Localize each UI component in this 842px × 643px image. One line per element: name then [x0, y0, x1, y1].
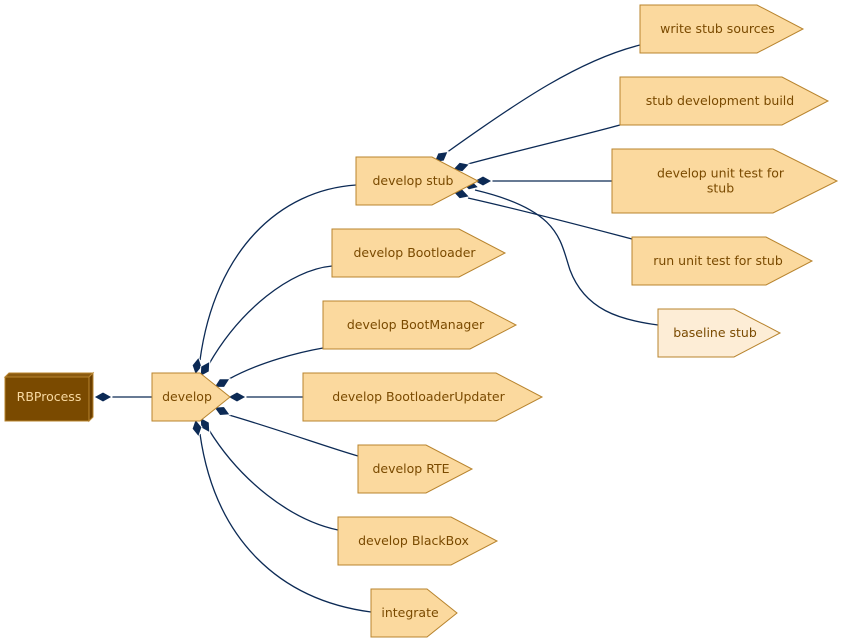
edge-line: [467, 197, 633, 240]
edge-develop-to-develop-blackbox: [199, 416, 339, 531]
node-label-develop-bootmanager: develop BootManager: [347, 317, 485, 332]
edge-develop-stub-to-stub-development-build: [451, 124, 621, 173]
node-label-develop-bootloader: develop Bootloader: [353, 245, 476, 260]
node-run-unit-test-for-stub[interactable]: run unit test for stub: [631, 236, 814, 286]
node-rbprocess[interactable]: RBProcess: [3, 371, 95, 423]
node-label-develop-blackbox: develop BlackBox: [358, 533, 469, 548]
node-write-stub-sources[interactable]: write stub sources: [639, 4, 805, 54]
edge-develop-to-integrate: [191, 418, 372, 613]
edge-line: [445, 44, 641, 154]
node-label-line: stub: [707, 181, 734, 196]
edge-develop-stub-to-run-unit-test-for-stub: [451, 188, 633, 240]
edge-develop-stub-to-write-stub-sources: [433, 44, 641, 164]
node-label-stub-development-build: stub development build: [646, 93, 794, 108]
rbprocess-box-top: [3, 372, 95, 378]
node-develop-bootloader[interactable]: develop Bootloader: [331, 228, 507, 278]
node-baseline-stub[interactable]: baseline stub: [657, 308, 782, 358]
node-develop-unit-test-for-stub[interactable]: develop unit test forstub: [611, 148, 839, 214]
composition-diamond-icon: [92, 391, 114, 403]
nodes-layer: RBProcess develop develop stub write stub …: [3, 4, 839, 638]
node-label-line: develop unit test for: [657, 166, 785, 181]
node-develop-bootloaderupdater[interactable]: develop BootloaderUpdater: [302, 372, 544, 422]
node-label-integrate: integrate: [381, 605, 439, 620]
node-label-run-unit-test-for-stub: run unit test for stub: [653, 253, 783, 268]
node-label-write-stub-sources: write stub sources: [660, 21, 775, 36]
node-label-baseline-stub: baseline stub: [673, 325, 757, 340]
edge-line: [208, 429, 339, 531]
process-diagram: RBProcess develop develop stub write stub …: [3, 4, 839, 638]
edge-line: [467, 124, 621, 165]
edge-develop-stub-to-develop-unit-test-for-stub: [472, 175, 612, 187]
node-develop-bootmanager[interactable]: develop BootManager: [322, 300, 518, 350]
node-develop-blackbox[interactable]: develop BlackBox: [337, 516, 499, 566]
edge-develop-to-develop-bootloader: [199, 265, 333, 378]
node-label-develop-stub: develop stub: [372, 173, 453, 188]
edge-rbprocess-to-develop: [92, 391, 152, 403]
node-develop-rte[interactable]: develop RTE: [357, 444, 474, 494]
node-label-rbprocess: RBProcess: [17, 389, 82, 404]
node-label-develop-bootloaderupdater: develop BootloaderUpdater: [332, 389, 505, 404]
edge-develop-to-develop-bootloaderupdater: [226, 391, 303, 403]
node-integrate[interactable]: integrate: [370, 588, 458, 638]
node-stub-development-build[interactable]: stub development build: [619, 76, 830, 126]
node-label-develop: develop: [162, 389, 212, 404]
node-label-develop-rte: develop RTE: [372, 461, 449, 476]
rbprocess-box-side: [88, 371, 94, 423]
